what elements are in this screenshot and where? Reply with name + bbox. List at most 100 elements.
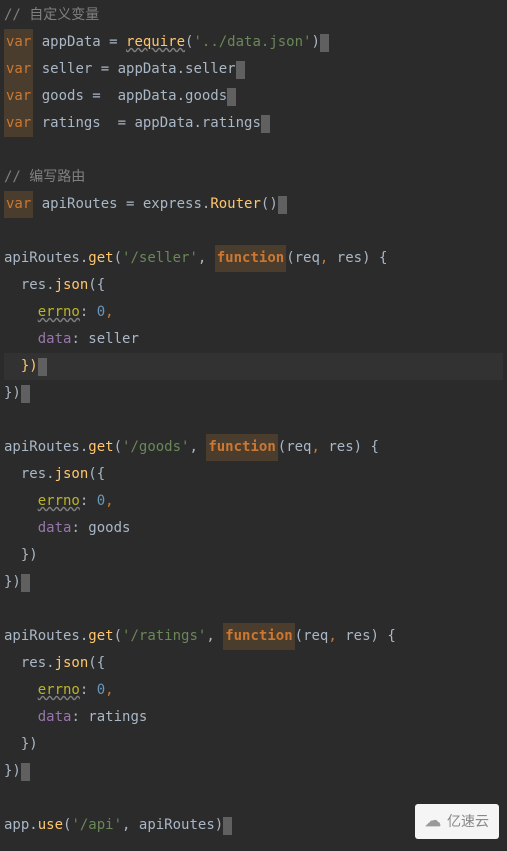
indent	[4, 650, 21, 677]
code-line[interactable]: })	[4, 731, 503, 758]
code-line[interactable]: var seller = appData.seller	[4, 56, 503, 83]
colon: :	[80, 488, 97, 515]
code-line[interactable]: })	[4, 353, 503, 380]
dot: .	[202, 191, 210, 218]
code-line[interactable]	[4, 137, 503, 164]
empty-line	[4, 218, 12, 245]
cursor-mark	[223, 817, 232, 835]
comment-text: // 编写路由	[4, 164, 85, 191]
object: res.	[21, 461, 55, 488]
comma: ,	[105, 677, 113, 704]
indent	[4, 731, 21, 758]
cursor-mark	[320, 34, 329, 52]
object: app.	[4, 812, 38, 839]
number-literal: 0	[97, 677, 105, 704]
keyword-function: function	[215, 245, 286, 272]
method: use	[38, 812, 63, 839]
close-braces: })	[4, 380, 21, 407]
code-line[interactable]: var apiRoutes = express.Router()	[4, 191, 503, 218]
empty-line	[4, 596, 12, 623]
identifier: apiRoutes	[139, 812, 215, 839]
code-line[interactable]: errno: 0,	[4, 488, 503, 515]
code-line[interactable]: var goods = appData.goods	[4, 83, 503, 110]
colon: :	[80, 299, 97, 326]
indent	[4, 677, 38, 704]
code-line[interactable]	[4, 596, 503, 623]
object: apiRoutes.	[4, 434, 88, 461]
paren-brace: ({	[88, 650, 105, 677]
indent	[4, 299, 38, 326]
code-line[interactable]: apiRoutes.get('/ratings', function(req, …	[4, 623, 503, 650]
brace: {	[379, 623, 396, 650]
code-line[interactable]: errno: 0,	[4, 299, 503, 326]
cursor-mark	[261, 115, 270, 133]
method: get	[88, 623, 113, 650]
args: (req, res)	[295, 623, 379, 650]
identifier: apiRoutes =	[33, 191, 143, 218]
paren-brace: ({	[88, 272, 105, 299]
keyword-var: var	[4, 56, 33, 83]
property: seller	[185, 56, 236, 83]
code-line[interactable]: res.json({	[4, 650, 503, 677]
string-literal: '/api'	[71, 812, 122, 839]
code-line[interactable]: })	[4, 758, 503, 785]
number-literal: 0	[97, 299, 105, 326]
code-line[interactable]	[4, 218, 503, 245]
code-line[interactable]: apiRoutes.get('/goods', function(req, re…	[4, 434, 503, 461]
code-line[interactable]: })	[4, 569, 503, 596]
indent	[4, 353, 21, 380]
code-line[interactable]: errno: 0,	[4, 677, 503, 704]
close-braces: })	[21, 542, 38, 569]
keyword-var: var	[4, 83, 33, 110]
code-line[interactable]: res.json({	[4, 272, 503, 299]
code-line[interactable]: var ratings = appData.ratings	[4, 110, 503, 137]
paren: )	[311, 29, 319, 56]
watermark-badge: ☁ 亿速云	[415, 804, 499, 839]
comma: ,	[198, 245, 215, 272]
code-editor[interactable]: // 自定义变量var appData = require('../data.j…	[0, 0, 507, 841]
indent	[4, 542, 21, 569]
function-call: require	[126, 29, 185, 56]
method: json	[55, 461, 89, 488]
identifier: ratings = appData.	[33, 110, 202, 137]
indent	[4, 704, 38, 731]
code-line[interactable]: })	[4, 380, 503, 407]
cursor-mark	[21, 385, 30, 403]
code-line[interactable]: apiRoutes.get('/seller', function(req, r…	[4, 245, 503, 272]
code-line[interactable]	[4, 407, 503, 434]
object: apiRoutes.	[4, 623, 88, 650]
code-line[interactable]: // 编写路由	[4, 164, 503, 191]
keyword-function: function	[223, 623, 294, 650]
code-line[interactable]: data: goods	[4, 515, 503, 542]
args: (req, res)	[278, 434, 362, 461]
property: ratings	[202, 110, 261, 137]
paren: (	[114, 245, 122, 272]
colon: :	[71, 704, 88, 731]
cursor-mark	[236, 61, 245, 79]
code-line[interactable]: })	[4, 542, 503, 569]
number-literal: 0	[97, 488, 105, 515]
identifier: seller	[88, 326, 139, 353]
brace: {	[362, 434, 379, 461]
indent	[4, 326, 38, 353]
code-line[interactable]: var appData = require('../data.json')	[4, 29, 503, 56]
code-line[interactable]: data: seller	[4, 326, 503, 353]
paren: (	[63, 812, 71, 839]
close-braces: })	[21, 353, 38, 380]
keyword-var: var	[4, 29, 33, 56]
code-line[interactable]: data: ratings	[4, 704, 503, 731]
code-line[interactable]: res.json({	[4, 461, 503, 488]
object: apiRoutes.	[4, 245, 88, 272]
cursor-mark	[278, 196, 287, 214]
identifier: ratings	[88, 704, 147, 731]
cursor-mark	[227, 88, 236, 106]
identifier: goods = appData.	[33, 83, 185, 110]
object: res.	[21, 650, 55, 677]
string-literal: '/seller'	[122, 245, 198, 272]
method: json	[55, 272, 89, 299]
property-key: errno	[38, 299, 80, 326]
property-key: errno	[38, 488, 80, 515]
code-line[interactable]: // 自定义变量	[4, 2, 503, 29]
cursor-mark	[21, 574, 30, 592]
parens: ()	[261, 191, 278, 218]
